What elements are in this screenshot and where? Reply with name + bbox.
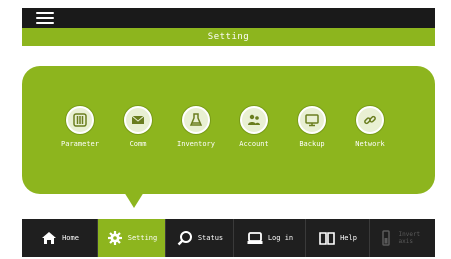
nav-setting-button[interactable]: Setting [98,219,166,257]
settings-item-account[interactable]: Account [224,106,284,176]
settings-panel: Parameter Comm Inventory Account Backup [22,66,435,194]
settings-item-backup[interactable]: Backup [282,106,342,176]
settings-item-label: Inventory [177,140,215,148]
page-title: Setting [22,28,435,46]
search-icon [177,231,192,246]
monitor-icon [298,106,326,134]
gear-icon [107,231,122,245]
nav-status-button[interactable]: Status [166,219,234,257]
book-icon [319,232,335,245]
settings-item-comm[interactable]: Comm [108,106,168,176]
nav-label: Log in [267,234,294,242]
nav-label: Setting [127,234,158,242]
settings-item-label: Account [239,140,269,148]
title-underline-bar [22,46,435,58]
settings-icons-row: Parameter Comm Inventory Account Backup [22,106,435,176]
hamburger-menu-icon[interactable] [36,12,54,24]
battery-icon [381,230,390,246]
flask-icon [182,106,210,134]
settings-item-parameter[interactable]: Parameter [50,106,110,176]
nav-invert-axis-button[interactable]: Invert axis [370,219,435,257]
panel-pointer [124,192,144,208]
nav-help-button[interactable]: Help [306,219,370,257]
sliders-icon [66,106,94,134]
nav-label: Invert axis [398,231,421,245]
nav-login-button[interactable]: Log in [234,219,306,257]
home-icon [42,232,57,244]
top-bar [22,8,435,28]
nav-label: Status [197,234,224,242]
link-icon [356,106,384,134]
nav-label: Home [62,234,79,242]
envelope-icon [124,106,152,134]
nav-label: Help [340,234,357,242]
settings-item-label: Parameter [61,140,99,148]
users-icon [240,106,268,134]
nav-home-button[interactable]: Home [22,219,98,257]
settings-item-label: Comm [129,140,147,148]
settings-item-label: Backup [299,140,325,148]
settings-item-network[interactable]: Network [340,106,400,176]
settings-item-inventory[interactable]: Inventory [166,106,226,176]
printer-icon [247,232,263,244]
bottom-nav: Home Setting Status Log in Help Invert a… [22,219,435,257]
settings-item-label: Network [355,140,385,148]
